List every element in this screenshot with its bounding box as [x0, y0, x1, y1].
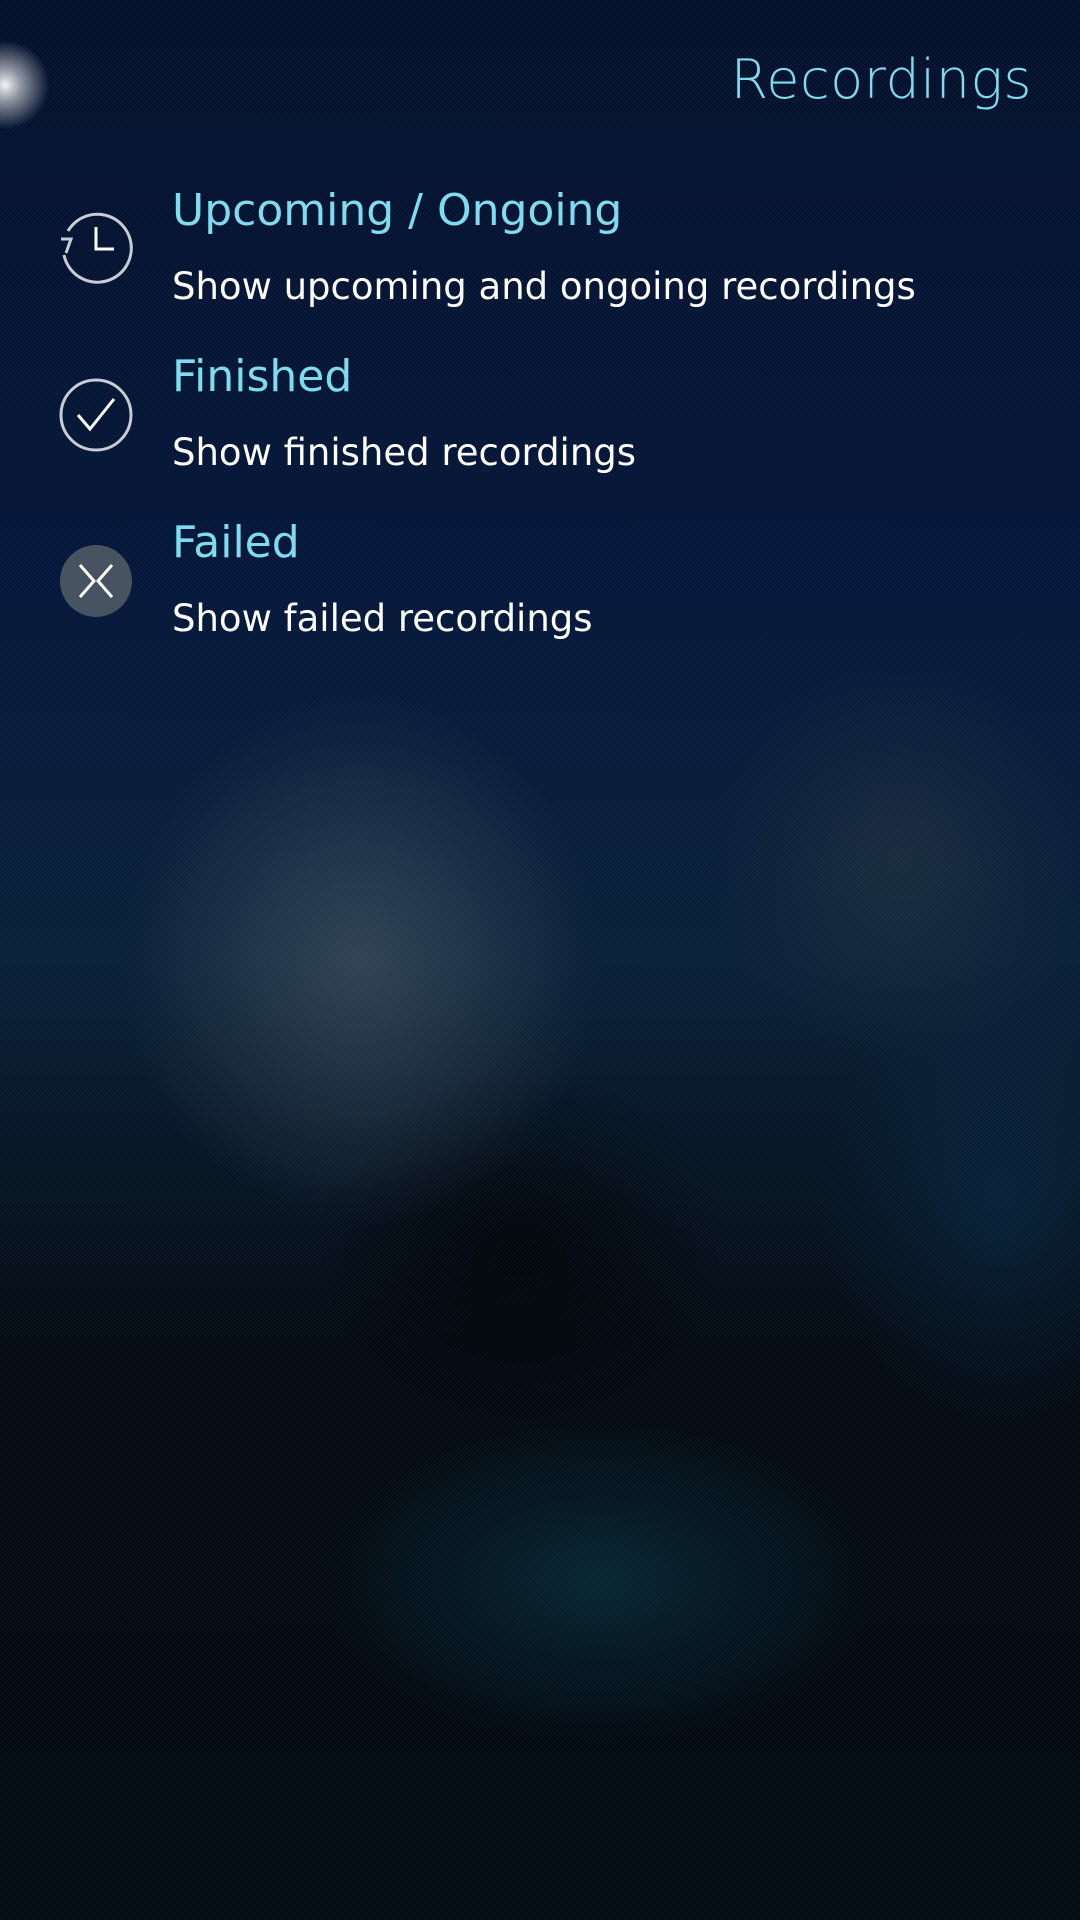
recordings-menu: Upcoming / Ongoing Show upcoming and ong…: [0, 185, 1080, 683]
menu-item-description: Show finished recordings: [172, 431, 637, 474]
menu-item-finished[interactable]: Finished Show finished recordings: [0, 351, 1080, 517]
failed-icon: [60, 545, 132, 617]
page-title: Recordings: [730, 48, 1032, 111]
menu-item-upcoming-ongoing[interactable]: Upcoming / Ongoing Show upcoming and ong…: [0, 185, 1080, 351]
menu-item-failed[interactable]: Failed Show failed recordings: [0, 517, 1080, 683]
clock-icon: [61, 212, 133, 284]
menu-item-description: Show upcoming and ongoing recordings: [172, 265, 916, 308]
menu-item-description: Show failed recordings: [172, 597, 593, 640]
checkmark-icon: [59, 378, 133, 452]
menu-item-title: Upcoming / Ongoing: [172, 185, 623, 236]
menu-item-title: Finished: [172, 351, 353, 402]
menu-item-title: Failed: [172, 517, 300, 568]
